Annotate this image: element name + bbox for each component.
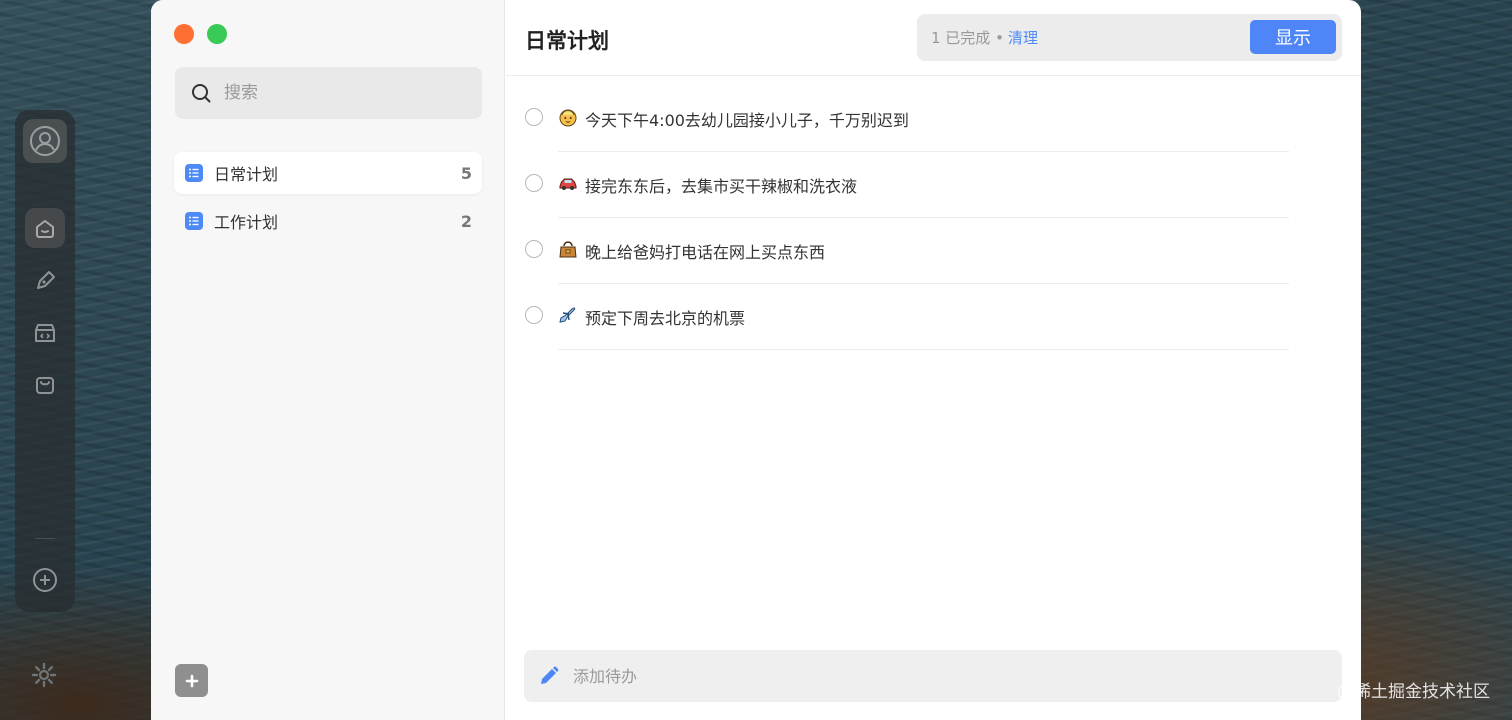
todo-checkbox[interactable] (525, 174, 543, 192)
shopping-bag-icon (36, 377, 54, 394)
completion-bar: 1 已完成 • 清理 显示 (917, 14, 1342, 61)
dock-store-button[interactable] (25, 313, 65, 353)
todo-text[interactable]: 接完东东后，去集市买干辣椒和洗衣液 (585, 173, 857, 197)
add-circle-icon (33, 568, 57, 592)
todo-checkbox[interactable] (525, 108, 543, 126)
search-box[interactable] (175, 67, 482, 119)
todo-item: 接完东东后，去集市买干辣椒和洗衣液 (524, 174, 1289, 240)
search-input[interactable] (224, 83, 464, 103)
header: 日常计划 1 已完成 • 清理 显示 (506, 0, 1361, 76)
sidebar-item-daily-plan[interactable]: 日常计划 5 (174, 152, 482, 194)
car-emoji-icon (559, 178, 577, 190)
handbag-emoji-icon (559, 241, 577, 258)
dock-add-button[interactable] (25, 560, 65, 600)
todo-item: 晚上给爸妈打电话在网上买点东西 (524, 240, 1289, 306)
sidebar-item-work-plan[interactable]: 工作计划 2 (174, 200, 482, 242)
pencil-icon (541, 666, 559, 684)
list-icon (185, 164, 203, 182)
add-todo-bar[interactable] (524, 650, 1342, 702)
settings-button[interactable] (30, 661, 58, 689)
sidebar-item-count: 2 (460, 211, 472, 231)
add-list-button[interactable] (175, 664, 208, 697)
home-icon (36, 220, 54, 238)
todo-checkbox[interactable] (525, 240, 543, 258)
dock-divider (35, 538, 55, 539)
completed-count: 1 已完成 • (931, 29, 1004, 47)
baby-emoji-icon (559, 109, 577, 127)
window-zoom-button[interactable] (207, 24, 227, 44)
search-icon (192, 84, 211, 103)
dock-home-button[interactable] (25, 208, 65, 248)
sidebar-item-count: 5 (460, 163, 472, 183)
divider (558, 349, 1289, 350)
dock-edit-button[interactable] (25, 261, 65, 301)
pen-icon (37, 271, 55, 289)
todo-text[interactable]: 预定下周去北京的机票 (585, 305, 745, 329)
list-icon (185, 212, 203, 230)
show-completed-button[interactable]: 显示 (1250, 20, 1336, 54)
clear-completed-link[interactable]: 清理 (1008, 27, 1038, 48)
todo-item: 今天下午4:00去幼儿园接小儿子，千万别迟到 (524, 108, 1289, 174)
user-icon (30, 126, 60, 156)
app-dock (15, 110, 75, 612)
todo-text[interactable]: 晚上给爸妈打电话在网上买点东西 (585, 239, 825, 263)
gear-icon (31, 662, 57, 688)
airplane-emoji-icon (559, 307, 576, 323)
divider (558, 283, 1289, 284)
add-todo-input[interactable] (573, 666, 1273, 686)
main-panel: 日常计划 1 已完成 • 清理 显示 今天下午4:00去幼儿园接小儿子，千万别迟… (506, 0, 1361, 720)
window-close-button[interactable] (174, 24, 194, 44)
store-icon (35, 324, 55, 342)
avatar[interactable] (23, 119, 67, 163)
sidebar-item-label: 日常计划 (214, 165, 279, 184)
todo-item: 预定下周去北京的机票 (524, 306, 1289, 372)
page-title: 日常计划 (525, 29, 609, 53)
plus-icon (185, 674, 198, 687)
watermark: @稀土掘金技术社区 (1337, 682, 1490, 702)
sidebar: 日常计划 5 工作计划 2 (151, 0, 505, 720)
todo-checkbox[interactable] (525, 306, 543, 324)
dock-bag-button[interactable] (25, 365, 65, 405)
divider (558, 217, 1289, 218)
app-window: 日常计划 5 工作计划 2 日常计划 1 已完成 • (151, 0, 1361, 720)
todo-text[interactable]: 今天下午4:00去幼儿园接小儿子，千万别迟到 (585, 107, 909, 131)
sidebar-item-label: 工作计划 (214, 213, 279, 232)
divider (558, 151, 1289, 152)
